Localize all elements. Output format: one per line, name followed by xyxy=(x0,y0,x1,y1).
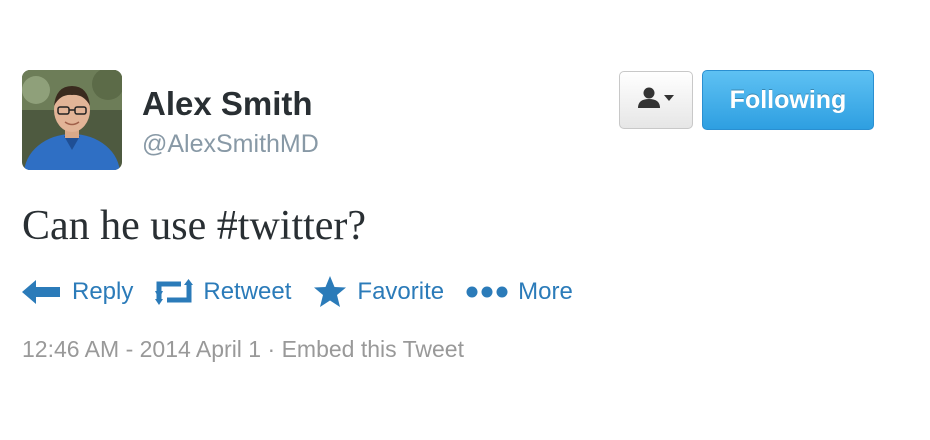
favorite-action[interactable]: Favorite xyxy=(313,276,444,308)
tweet-actions: Reply Retweet Favorite More xyxy=(22,272,595,312)
star-icon xyxy=(313,276,347,308)
reply-action[interactable]: Reply xyxy=(22,278,133,306)
tweet-timestamp[interactable]: 12:46 AM - 2014 April 1 xyxy=(22,336,261,362)
retweet-action[interactable]: Retweet xyxy=(155,278,291,306)
meta-separator: · xyxy=(267,336,276,362)
author-handle[interactable]: @AlexSmithMD xyxy=(142,128,319,160)
more-dots-icon xyxy=(466,285,508,299)
retweet-icon xyxy=(155,279,194,305)
author-name[interactable]: Alex Smith xyxy=(142,84,313,124)
user-caret-icon xyxy=(636,87,676,114)
tweet-text: Can he use #twitter? xyxy=(22,203,367,249)
more-label: More xyxy=(518,278,573,305)
following-button[interactable]: Following xyxy=(702,70,874,130)
tweet-meta: 12:46 AM - 2014 April 1 · Embed this Twe… xyxy=(22,334,464,364)
user-actions-dropdown[interactable] xyxy=(619,71,693,129)
tweet-card: Alex Smith @AlexSmithMD Following Can he… xyxy=(0,0,930,440)
retweet-label: Retweet xyxy=(203,278,292,305)
avatar-photo xyxy=(22,70,122,170)
reply-label: Reply xyxy=(72,278,134,305)
more-action[interactable]: More xyxy=(466,278,573,306)
reply-icon xyxy=(22,279,62,305)
embed-tweet-link[interactable]: Embed this Tweet xyxy=(282,336,464,362)
favorite-label: Favorite xyxy=(357,278,445,305)
avatar[interactable] xyxy=(22,70,122,170)
